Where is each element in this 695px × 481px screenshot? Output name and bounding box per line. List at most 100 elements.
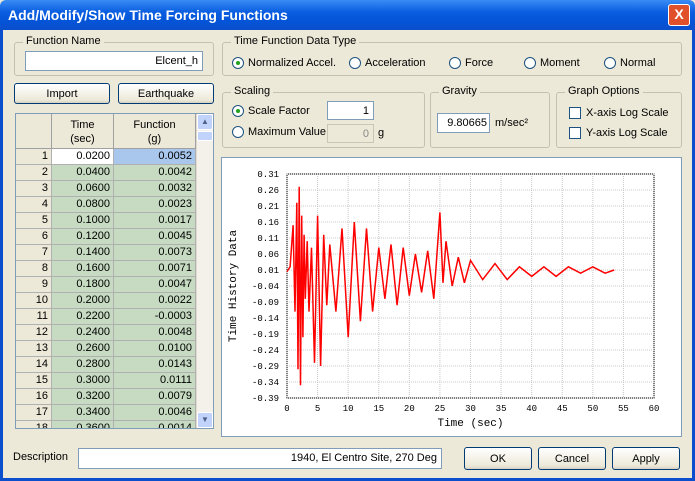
import-button[interactable]: Import [14,83,110,104]
time-cell[interactable]: 0.1000 [52,213,114,229]
x-tick-label: 50 [587,404,598,414]
table-row[interactable]: 2 0.0400 0.0042 [16,165,196,181]
function-cell[interactable]: 0.0014 [114,421,196,428]
table-row[interactable]: 15 0.3000 0.0111 [16,373,196,389]
table-row[interactable]: 6 0.1200 0.0045 [16,229,196,245]
earthquake-button[interactable]: Earthquake [118,83,214,104]
table-row[interactable]: 11 0.2200 -0.0003 [16,309,196,325]
data-type-label: Time Function Data Type [231,35,360,47]
function-cell[interactable]: 0.0022 [114,293,196,309]
function-cell[interactable]: 0.0052 [114,149,196,165]
table-row[interactable]: 17 0.3400 0.0046 [16,405,196,421]
apply-button[interactable]: Apply [612,447,680,470]
radio-normalized-accel[interactable] [232,57,244,69]
time-cell[interactable]: 0.0400 [52,165,114,181]
scroll-up-icon[interactable]: ▲ [197,114,213,130]
time-cell[interactable]: 0.0600 [52,181,114,197]
x-tick-label: 20 [404,404,415,414]
table-row[interactable]: 12 0.2400 0.0048 [16,325,196,341]
radio-maximum-value[interactable] [232,126,244,138]
row-number: 16 [16,389,52,405]
function-cell[interactable]: 0.0042 [114,165,196,181]
function-cell[interactable]: 0.0032 [114,181,196,197]
time-cell[interactable]: 0.2000 [52,293,114,309]
x-tick-label: 60 [649,404,660,414]
table-row[interactable]: 1 0.0200 0.0052 [16,149,196,165]
table-row[interactable]: 14 0.2800 0.0143 [16,357,196,373]
time-cell[interactable]: 0.2200 [52,309,114,325]
vertical-scrollbar[interactable]: ▲ ▼ [196,114,213,428]
scale-factor-input[interactable]: 1 [327,101,374,120]
function-cell[interactable]: 0.0048 [114,325,196,341]
time-cell[interactable]: 0.3000 [52,373,114,389]
graph-options-group: Graph Options X-axis Log Scale Y-axis Lo… [556,85,682,148]
table-row[interactable]: 4 0.0800 0.0023 [16,197,196,213]
y-tick-label: -0.09 [252,298,279,308]
table-row[interactable]: 9 0.1800 0.0047 [16,277,196,293]
time-cell[interactable]: 0.1200 [52,229,114,245]
gravity-input[interactable]: 9.80665 [437,113,490,133]
function-name-input[interactable]: Elcent_h [25,51,203,71]
y-tick-label: 0.01 [257,266,279,276]
time-cell[interactable]: 0.3200 [52,389,114,405]
function-cell[interactable]: 0.0047 [114,277,196,293]
table-row[interactable]: 18 0.3600 0.0014 [16,421,196,428]
description-input[interactable]: 1940, El Centro Site, 270 Deg [78,448,442,469]
table-row[interactable]: 5 0.1000 0.0017 [16,213,196,229]
function-cell[interactable]: 0.0046 [114,405,196,421]
max-value-input[interactable]: 0 [327,124,374,143]
radio-acceleration[interactable] [349,57,361,69]
function-column-header[interactable]: Function (g) [114,114,196,149]
radio-moment[interactable] [524,57,536,69]
function-cell[interactable]: 0.0071 [114,261,196,277]
table-row[interactable]: 16 0.3200 0.0079 [16,389,196,405]
x-log-checkbox[interactable] [569,107,581,119]
cancel-button[interactable]: Cancel [538,447,606,470]
table-row[interactable]: 10 0.2000 0.0022 [16,293,196,309]
time-cell[interactable]: 0.3400 [52,405,114,421]
function-cell[interactable]: 0.0143 [114,357,196,373]
function-cell[interactable]: 0.0017 [114,213,196,229]
function-cell[interactable]: 0.0023 [114,197,196,213]
gravity-unit: m/sec² [495,117,528,129]
time-cell[interactable]: 0.2600 [52,341,114,357]
x-tick-label: 35 [496,404,507,414]
radio-force[interactable] [449,57,461,69]
graph-options-label: Graph Options [565,85,643,97]
row-number: 10 [16,293,52,309]
close-button[interactable]: X [668,4,690,26]
function-cell[interactable]: 0.0100 [114,341,196,357]
x-tick-label: 10 [343,404,354,414]
time-cell[interactable]: 0.1800 [52,277,114,293]
function-cell[interactable]: -0.0003 [114,309,196,325]
scroll-down-icon[interactable]: ▼ [197,412,213,428]
table-row[interactable]: 3 0.0600 0.0032 [16,181,196,197]
y-tick-label: 0.21 [257,202,279,212]
function-cell[interactable]: 0.0079 [114,389,196,405]
time-cell[interactable]: 0.3600 [52,421,114,428]
function-cell[interactable]: 0.0045 [114,229,196,245]
scroll-thumb[interactable] [197,131,213,141]
function-cell[interactable]: 0.0111 [114,373,196,389]
time-cell[interactable]: 0.2800 [52,357,114,373]
y-log-checkbox[interactable] [569,127,581,139]
time-cell[interactable]: 0.1600 [52,261,114,277]
time-column-header[interactable]: Time (sec) [52,114,114,149]
time-cell[interactable]: 0.0200 [52,149,114,165]
time-cell[interactable]: 0.0800 [52,197,114,213]
radio-scale-factor[interactable] [232,105,244,117]
x-tick-label: 40 [526,404,537,414]
ok-button[interactable]: OK [464,447,532,470]
y-tick-label: -0.19 [252,330,279,340]
data-type-group: Time Function Data Type Normalized Accel… [222,35,682,76]
table-row[interactable]: 13 0.2600 0.0100 [16,341,196,357]
function-name-group: Function Name Elcent_h [14,35,214,76]
time-cell[interactable]: 0.1400 [52,245,114,261]
table-row[interactable]: 8 0.1600 0.0071 [16,261,196,277]
table-row[interactable]: 7 0.1400 0.0073 [16,245,196,261]
time-cell[interactable]: 0.2400 [52,325,114,341]
radio-normal[interactable] [604,57,616,69]
max-value-label: Maximum Value [248,126,327,138]
y-axis-label: Time History Data [228,229,240,342]
function-cell[interactable]: 0.0073 [114,245,196,261]
